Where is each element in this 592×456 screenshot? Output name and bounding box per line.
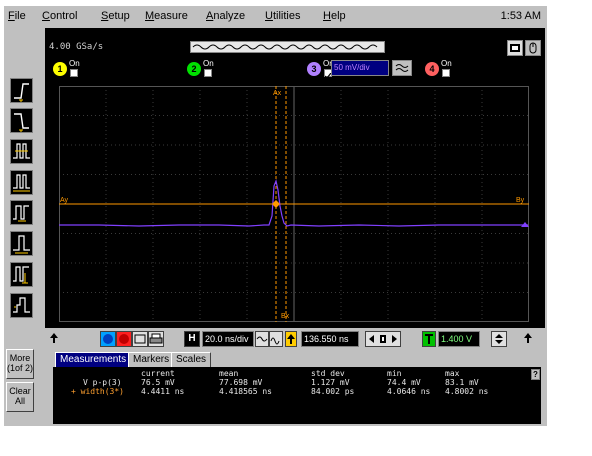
vpp-mean: 77.698 mV (219, 378, 263, 387)
pattern-trigger-icon[interactable] (10, 200, 33, 225)
scope-display: 4.00 GSa/s 1 On 2 On 3 On 50 mV/div 4 On… (45, 28, 545, 328)
timebase-field[interactable]: 20.0 ns/div (202, 331, 254, 347)
channel-1-number: 1 (53, 62, 67, 76)
glitch-trigger-icon[interactable] (10, 139, 33, 164)
menu-help[interactable]: Help (323, 10, 346, 22)
menu-measure-accel: M (145, 10, 155, 22)
menu-analyze-label: nalyze (213, 10, 246, 22)
trigger-level-stepper[interactable] (491, 331, 507, 347)
header-current: current (141, 369, 175, 378)
sample-rate: 4.00 GSa/s (49, 42, 104, 52)
scope-application-window: File Control Setup Measure Analyze Utili… (4, 6, 547, 426)
timebase-zoom-icon[interactable] (255, 331, 269, 347)
width-max: 4.8002 ns (445, 387, 489, 396)
horizontal-scroll-up-icon[interactable] (49, 331, 61, 347)
timebase-wave-icon[interactable] (269, 331, 283, 347)
width-min: 4.0646 ns (387, 387, 431, 396)
channel-2-number: 2 (187, 62, 201, 76)
delay-trigger-icon[interactable] (10, 262, 33, 287)
pulse-width-trigger-icon[interactable] (10, 170, 33, 195)
channel-4-on-checkbox[interactable] (442, 69, 450, 77)
menu-file-label: ile (14, 10, 26, 22)
acquisition-memory-bar[interactable] (190, 41, 385, 53)
header-std-dev: std dev (311, 369, 345, 378)
menu-utilities[interactable]: Utilities (265, 10, 300, 22)
marker-by-label: By (516, 197, 525, 204)
width-mean: 4.418565 ns (219, 387, 272, 396)
menu-help-label: elp (330, 10, 346, 22)
menu-control[interactable]: Control (42, 10, 77, 22)
print-icon[interactable] (148, 331, 164, 347)
state-trigger-icon[interactable] (10, 231, 33, 256)
header-mean: mean (219, 369, 239, 378)
menu-help-accel: H (323, 10, 331, 22)
menu-utilities-label: tilities (272, 10, 301, 22)
menu-analyze[interactable]: Analyze (206, 10, 245, 22)
measurement-label-vpp: V p-p(3) (83, 378, 122, 387)
mouse-icon[interactable] (525, 40, 541, 56)
tv-trigger-icon[interactable] (10, 293, 33, 318)
channel-2-on-checkbox[interactable] (204, 69, 212, 77)
tab-scales[interactable]: Scales (171, 352, 212, 367)
falling-edge-trigger-icon[interactable] (10, 108, 33, 133)
delay-field[interactable]: 136.550 ns (301, 331, 359, 347)
clear-all-label-2: All (14, 396, 25, 406)
rising-edge-trigger-icon[interactable] (10, 78, 33, 103)
horizontal-controls: H 20.0 ns/div 136.550 ns 1.400 V (45, 328, 545, 350)
vpp-current: 76.5 mV (141, 378, 175, 387)
vpp-min: 74.4 mV (387, 378, 421, 387)
delay-stepper[interactable] (365, 331, 401, 347)
controls-scroll-up-icon[interactable] (523, 331, 535, 347)
vpp-std-dev: 1.127 mV (311, 378, 350, 387)
waveform-graticule[interactable]: Ax Bx Ay By (59, 86, 529, 322)
menu-control-accel: C (42, 10, 50, 22)
menu-file[interactable]: File (8, 10, 26, 22)
channel-1-on-checkbox[interactable] (70, 69, 78, 77)
channel-4-number: 4 (425, 62, 439, 76)
single-acquisition-icon[interactable] (132, 331, 148, 347)
marker-bx-label: Bx (281, 313, 290, 320)
header-max: max (445, 369, 460, 378)
menu-file-accel: F (8, 10, 15, 22)
marker-ax-label: Ax (273, 90, 282, 97)
measurements-panel: Measurements Markers Scales current mean… (45, 350, 545, 426)
width-std-dev: 84.002 ps (311, 387, 355, 396)
menu-measure[interactable]: Measure (145, 10, 188, 22)
trigger-t-icon[interactable] (422, 331, 436, 347)
stop-button[interactable] (116, 331, 132, 347)
tab-markers[interactable]: Markers (128, 352, 175, 367)
menu-measure-label: easure (154, 10, 188, 22)
header-min: min (387, 369, 402, 378)
measurement-label-width: + width(3*) (71, 387, 124, 396)
horizontal-h-icon[interactable]: H (184, 331, 200, 347)
vpp-max: 83.1 mV (445, 378, 479, 387)
clear-all-button[interactable]: Clear All (6, 382, 34, 412)
menu-setup-label: etup (108, 10, 130, 22)
measurements-table: current mean std dev min max V p-p(3) 76… (53, 367, 541, 424)
channel-1-on-label: On (69, 59, 80, 68)
trigger-toolbar: More (1of 2) Clear All (4, 28, 36, 426)
more-button-page: (1of 2) (7, 363, 34, 373)
menu-bar: File Control Setup Measure Analyze Utili… (4, 6, 547, 28)
run-button[interactable] (100, 331, 116, 347)
more-button[interactable]: More (1of 2) (6, 349, 34, 379)
more-button-label: More (9, 353, 31, 363)
delay-reference-icon[interactable] (285, 331, 297, 347)
trigger-level-field[interactable]: 1.400 V (438, 331, 480, 347)
tab-measurements[interactable]: Measurements (55, 352, 132, 367)
channel-3-number: 3 (307, 62, 321, 76)
display-settings-icon[interactable] (507, 40, 523, 56)
channel-3-scale-field[interactable]: 50 mV/div (331, 60, 389, 76)
clear-all-label-1: Clear (9, 386, 31, 396)
channel-2-on-label: On (203, 59, 214, 68)
menu-utilities-accel: U (265, 10, 273, 22)
menu-setup[interactable]: Setup (101, 10, 130, 22)
measurement-help-button[interactable]: ? (531, 369, 540, 380)
channel-4-on-label: On (441, 59, 452, 68)
menu-control-label: ontrol (49, 10, 78, 22)
marker-ay-label: Ay (60, 197, 69, 204)
width-current: 4.4411 ns (141, 387, 185, 396)
channel-3-menu-button[interactable] (392, 60, 412, 76)
clock: 1:53 AM (500, 10, 541, 22)
